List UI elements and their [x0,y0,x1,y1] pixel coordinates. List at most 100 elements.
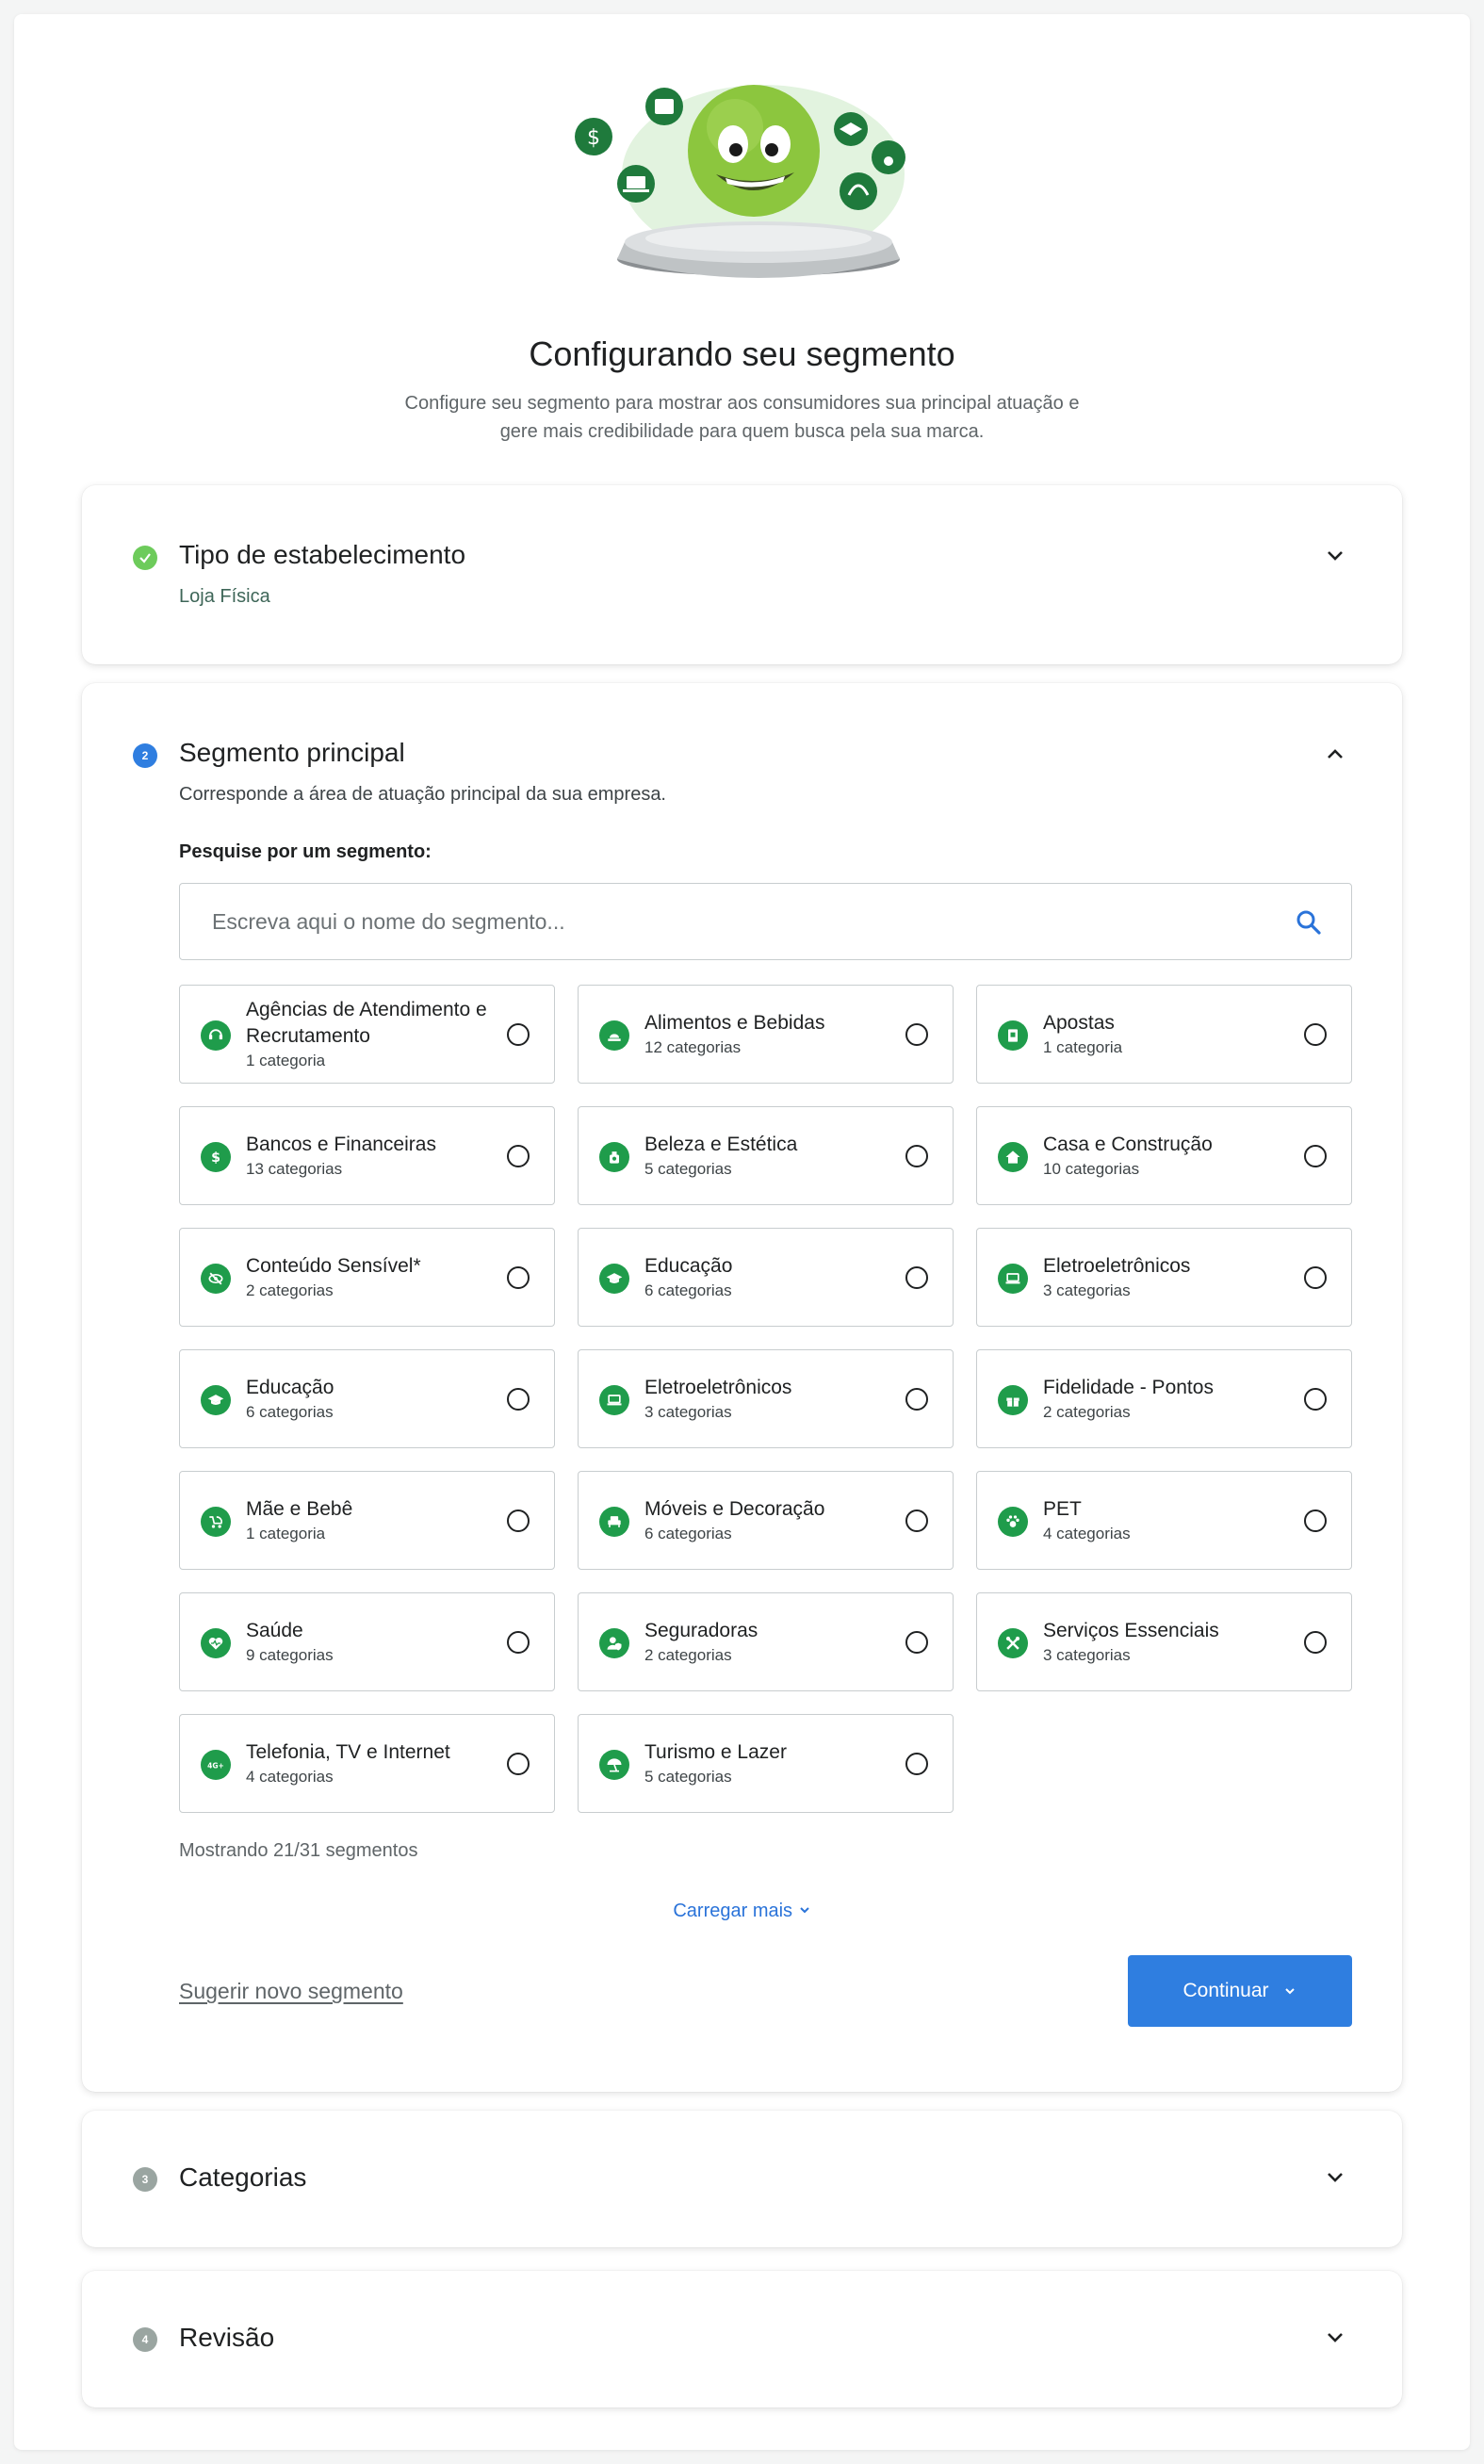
food-icon [599,1020,629,1051]
segment-option[interactable]: $ Bancos e Financeiras 13 categorias [179,1106,555,1205]
mascot-illustration: $ [575,85,905,278]
step-title: Revisão [179,2323,275,2352]
segment-radio[interactable] [507,1509,530,1532]
step-title: Categorias [179,2162,307,2192]
segment-option[interactable]: Móveis e Decoração 6 categorias [578,1471,954,1570]
segment-radio[interactable] [905,1631,928,1654]
segment-radio[interactable] [905,1753,928,1775]
segment-option[interactable]: Conteúdo Sensível* 2 categorias [179,1228,555,1327]
stroller-icon [201,1507,231,1537]
segment-name: Eletroeletrônicos [1043,1254,1191,1277]
segment-option[interactable]: 4G+ Telefonia, TV e Internet 4 categorias [179,1714,555,1813]
segment-radio[interactable] [1304,1509,1327,1532]
segment-option[interactable]: Beleza e Estética 5 categorias [578,1106,954,1205]
segment-radio[interactable] [1304,1631,1327,1654]
beach-umbrella-icon [599,1750,629,1780]
segment-option[interactable]: Educação 6 categorias [578,1228,954,1327]
step-description: Corresponde a área de atuação principal … [179,784,666,805]
chevron-down-icon [799,1907,809,1914]
hero: $ [14,14,1470,297]
segment-radio[interactable] [1304,1266,1327,1289]
segment-name: Mãe e Bebê [246,1497,353,1520]
segment-option[interactable]: Fidelidade - Pontos 2 categorias [976,1349,1352,1448]
laptop-icon [998,1264,1028,1294]
segment-name: PET [1043,1497,1082,1520]
segment-radio[interactable] [507,1266,530,1289]
segment-radio[interactable] [507,1145,530,1167]
armchair-icon [599,1507,629,1537]
segment-option[interactable]: Educação 6 categorias [179,1349,555,1448]
suggest-segment-link[interactable]: Sugerir novo segmento [179,1979,403,2004]
segment-radio[interactable] [905,1509,928,1532]
segment-radio[interactable] [905,1145,928,1167]
segment-text: Turismo e Lazer 5 categorias [644,1715,889,1812]
segment-radio[interactable] [905,1266,928,1289]
segment-radio[interactable] [1304,1023,1327,1046]
step-segmento-principal: 2 Segmento principal Corresponde a área … [82,683,1402,2092]
segment-option[interactable]: Apostas 1 categoria [976,985,1352,1084]
chevron-down-icon[interactable] [1323,2325,1347,2350]
segment-radio[interactable] [507,1023,530,1046]
segment-radio[interactable] [507,1631,530,1654]
segment-count: 3 categorias [1043,1645,1131,1664]
segment-option[interactable]: Eletroeletrônicos 3 categorias [976,1228,1352,1327]
segment-radio[interactable] [1304,1388,1327,1411]
segment-text: Beleza e Estética 5 categorias [644,1107,889,1204]
segment-count: 6 categorias [246,1402,334,1421]
segment-name: Eletroeletrônicos [644,1376,792,1398]
segment-count: 4 categorias [246,1767,334,1786]
segment-option[interactable]: Serviços Essenciais 3 categorias [976,1592,1352,1691]
step-number: 2 [133,743,157,768]
segment-option[interactable]: Agências de Atendimento e Recrutamento 1 … [179,985,555,1084]
segment-radio[interactable] [905,1388,928,1411]
segment-option[interactable]: Alimentos e Bebidas 12 categorias [578,985,954,1084]
segment-text: Eletroeletrônicos 3 categorias [1043,1229,1288,1326]
dollar-icon: $ [201,1142,231,1172]
segment-count: 2 categorias [1043,1402,1131,1421]
continue-button[interactable]: Continuar [1128,1955,1352,2027]
step-title: Tipo de estabelecimento [179,540,466,569]
segment-option[interactable]: Saúde 9 categorias [179,1592,555,1691]
segment-option[interactable]: Seguradoras 2 categorias [578,1592,954,1691]
step-title: Segmento principal [179,738,405,767]
segment-text: Saúde 9 categorias [246,1593,491,1690]
segment-text: Agências de Atendimento e Recrutamento 1 … [246,986,491,1083]
svg-text:$: $ [587,126,600,150]
chevron-down-icon[interactable] [1323,544,1347,568]
search-input[interactable] [212,884,1267,959]
segment-count: 4 categorias [1043,1524,1131,1542]
heart-pulse-icon [201,1628,231,1658]
segment-text: Educação 6 categorias [246,1350,491,1447]
segment-name: Fidelidade - Pontos [1043,1376,1214,1398]
page-title: Configurando seu segmento [529,335,955,373]
segment-name: Bancos e Financeiras [246,1133,436,1155]
segment-radio[interactable] [905,1023,928,1046]
step-tipo-estabelecimento[interactable]: Tipo de estabelecimento Loja Física [82,485,1402,664]
segment-option[interactable]: Turismo e Lazer 5 categorias [578,1714,954,1813]
segment-count: 10 categorias [1043,1159,1140,1178]
step-revisao[interactable]: 4 Revisão [82,2271,1402,2407]
segment-text: Conteúdo Sensível* 2 categorias [246,1229,491,1326]
segment-count: 1 categoria [246,1524,326,1542]
segment-radio[interactable] [507,1753,530,1775]
segment-option[interactable]: Casa e Construção 10 categorias [976,1106,1352,1205]
segment-text: Casa e Construção 10 categorias [1043,1107,1288,1204]
segment-name: Serviços Essenciais [1043,1619,1219,1641]
search-icon[interactable] [1295,908,1323,937]
chevron-up-icon[interactable] [1323,742,1347,766]
segment-text: Telefonia, TV e Internet 4 categorias [246,1715,491,1812]
check-icon [133,546,157,570]
4g-icon: 4G+ [201,1750,231,1780]
chevron-down-icon[interactable] [1323,2165,1347,2190]
search-label: Pesquise por um segmento: [179,841,432,862]
segment-option[interactable]: Eletroeletrônicos 3 categorias [578,1349,954,1448]
segment-count: 6 categorias [644,1281,732,1299]
segment-radio[interactable] [1304,1145,1327,1167]
step-categorias[interactable]: 3 Categorias [82,2111,1402,2247]
segment-text: Fidelidade - Pontos 2 categorias [1043,1350,1288,1447]
segment-option[interactable]: Mãe e Bebê 1 categoria [179,1471,555,1570]
segment-count: 12 categorias [644,1037,742,1056]
segment-option[interactable]: PET 4 categorias [976,1471,1352,1570]
segment-radio[interactable] [507,1388,530,1411]
load-more-link[interactable]: Carregar mais [82,1901,1402,1922]
